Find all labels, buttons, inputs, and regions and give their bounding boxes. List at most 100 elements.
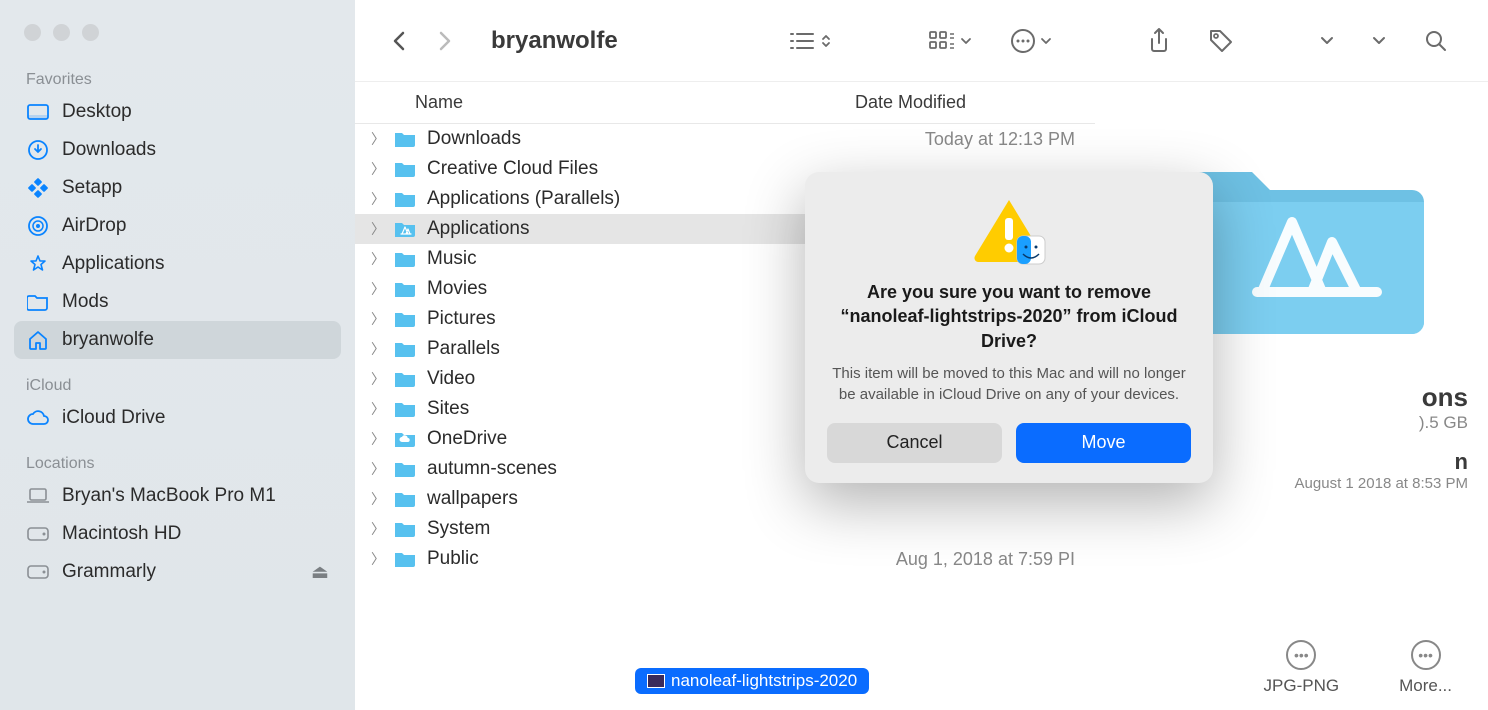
window-title: bryanwolfe bbox=[491, 27, 618, 55]
file-name: wallpapers bbox=[427, 488, 815, 510]
sidebar-item-mods[interactable]: Mods bbox=[14, 283, 341, 321]
file-row[interactable]: 〉PublicAug 1, 2018 at 7:59 PI bbox=[355, 544, 1095, 574]
folder-icon bbox=[391, 428, 419, 450]
disclosure-chevron[interactable]: 〉 bbox=[371, 549, 391, 569]
sidebar-item-icloud-drive[interactable]: iCloud Drive bbox=[14, 399, 341, 437]
disclosure-chevron[interactable]: 〉 bbox=[371, 519, 391, 539]
disclosure-chevron[interactable]: 〉 bbox=[371, 429, 391, 449]
more-icon: ••• bbox=[1411, 640, 1441, 670]
file-name: autumn-scenes bbox=[427, 458, 815, 480]
drag-thumbnail bbox=[647, 674, 665, 688]
sidebar-item-macintosh-hd[interactable]: Macintosh HD bbox=[14, 515, 341, 553]
tags-button[interactable] bbox=[1198, 28, 1244, 54]
folder-icon bbox=[391, 338, 419, 360]
list-header: Name Date Modified bbox=[355, 82, 1095, 124]
finder-window: Favorites Desktop Downloads Setapp AirDr… bbox=[0, 0, 1488, 710]
folder-icon bbox=[391, 188, 419, 210]
file-date: Aug 1, 2018 at 7:59 PI bbox=[815, 549, 1075, 570]
dropdown-2[interactable] bbox=[1362, 35, 1396, 47]
confirm-dialog: Are you sure you want to remove “nanolea… bbox=[805, 172, 1213, 483]
drag-preview: nanoleaf-lightstrips-2020 bbox=[635, 668, 869, 694]
column-name[interactable]: Name bbox=[415, 92, 855, 113]
sidebar-item-label: Setapp bbox=[62, 177, 122, 199]
file-row[interactable]: 〉 System bbox=[355, 514, 1095, 544]
view-list-button[interactable] bbox=[778, 30, 842, 52]
sidebar-item-label: Downloads bbox=[62, 139, 156, 161]
sidebar-item-airdrop[interactable]: AirDrop bbox=[14, 207, 341, 245]
forward-button[interactable] bbox=[431, 29, 459, 53]
close-window[interactable] bbox=[24, 24, 41, 41]
quick-actions: ••• JPG-PNG ••• More... bbox=[1264, 640, 1452, 696]
dropdown-1[interactable] bbox=[1310, 35, 1344, 47]
minimize-window[interactable] bbox=[53, 24, 70, 41]
file-row[interactable]: 〉 wallpapers bbox=[355, 484, 1095, 514]
dialog-body: This item will be moved to this Mac and … bbox=[827, 363, 1191, 405]
disclosure-chevron[interactable]: 〉 bbox=[371, 249, 391, 269]
disclosure-chevron[interactable]: 〉 bbox=[371, 219, 391, 239]
quick-action-jpg-png[interactable]: ••• JPG-PNG bbox=[1264, 640, 1340, 696]
home-icon bbox=[26, 328, 50, 352]
disclosure-chevron[interactable]: 〉 bbox=[371, 489, 391, 509]
eject-icon[interactable]: ⏏ bbox=[311, 561, 329, 584]
folder-icon bbox=[391, 158, 419, 180]
file-name: OneDrive bbox=[427, 428, 815, 450]
file-name: System bbox=[427, 518, 815, 540]
folder-icon bbox=[391, 128, 419, 150]
sidebar-item-label: Desktop bbox=[62, 101, 132, 123]
setapp-icon bbox=[26, 176, 50, 200]
sidebar-item-label: Applications bbox=[62, 253, 164, 275]
disclosure-chevron[interactable]: 〉 bbox=[371, 129, 391, 149]
sidebar-item-setapp[interactable]: Setapp bbox=[14, 169, 341, 207]
disclosure-chevron[interactable]: 〉 bbox=[371, 159, 391, 179]
sidebar-item-label: bryanwolfe bbox=[62, 329, 154, 351]
sidebar-item-applications[interactable]: Applications bbox=[14, 245, 341, 283]
disclosure-chevron[interactable]: 〉 bbox=[371, 279, 391, 299]
file-name: Sites bbox=[427, 398, 815, 420]
file-name: Pictures bbox=[427, 308, 815, 330]
sidebar-item-desktop[interactable]: Desktop bbox=[14, 93, 341, 131]
folder-icon bbox=[26, 290, 50, 314]
disclosure-chevron[interactable]: 〉 bbox=[371, 309, 391, 329]
quick-action-more[interactable]: ••• More... bbox=[1399, 640, 1452, 696]
sidebar-item-downloads[interactable]: Downloads bbox=[14, 131, 341, 169]
laptop-icon bbox=[26, 484, 50, 508]
disclosure-chevron[interactable]: 〉 bbox=[371, 399, 391, 419]
file-row[interactable]: 〉DownloadsToday at 12:13 PM bbox=[355, 124, 1095, 154]
toolbar: bryanwolfe bbox=[355, 0, 1488, 82]
folder-icon bbox=[391, 218, 419, 240]
sidebar-item-label: Macintosh HD bbox=[62, 523, 181, 545]
qa-label: JPG-PNG bbox=[1264, 676, 1340, 696]
file-name: Music bbox=[427, 248, 815, 270]
sidebar-item-grammarly[interactable]: Grammarly ⏏ bbox=[14, 553, 341, 591]
disclosure-chevron[interactable]: 〉 bbox=[371, 189, 391, 209]
cloud-icon bbox=[26, 406, 50, 430]
sidebar-item-macbook[interactable]: Bryan's MacBook Pro M1 bbox=[14, 477, 341, 515]
search-button[interactable] bbox=[1414, 29, 1458, 53]
folder-icon bbox=[391, 458, 419, 480]
action-button[interactable] bbox=[1000, 28, 1062, 54]
file-name: Video bbox=[427, 368, 815, 390]
sidebar-item-label: Bryan's MacBook Pro M1 bbox=[62, 485, 276, 507]
sidebar-item-home[interactable]: bryanwolfe bbox=[14, 321, 341, 359]
back-button[interactable] bbox=[385, 29, 413, 53]
section-locations: Locations bbox=[14, 449, 341, 477]
warning-icon bbox=[969, 196, 1049, 266]
share-button[interactable] bbox=[1138, 27, 1180, 55]
file-date: Today at 12:13 PM bbox=[815, 129, 1075, 150]
section-icloud: iCloud bbox=[14, 371, 341, 399]
disclosure-chevron[interactable]: 〉 bbox=[371, 369, 391, 389]
downloads-icon bbox=[26, 138, 50, 162]
dialog-title: Are you sure you want to remove “nanolea… bbox=[827, 280, 1191, 353]
content-area: Name Date Modified 〉DownloadsToday at 12… bbox=[355, 82, 1488, 710]
disclosure-chevron[interactable]: 〉 bbox=[371, 339, 391, 359]
sidebar-item-label: Mods bbox=[62, 291, 108, 313]
traffic-lights bbox=[14, 24, 341, 65]
column-date[interactable]: Date Modified bbox=[855, 92, 1075, 113]
move-button[interactable]: Move bbox=[1016, 423, 1191, 463]
folder-icon bbox=[391, 278, 419, 300]
zoom-window[interactable] bbox=[82, 24, 99, 41]
group-button[interactable] bbox=[918, 30, 982, 52]
file-name: Parallels bbox=[427, 338, 815, 360]
disclosure-chevron[interactable]: 〉 bbox=[371, 459, 391, 479]
cancel-button[interactable]: Cancel bbox=[827, 423, 1002, 463]
